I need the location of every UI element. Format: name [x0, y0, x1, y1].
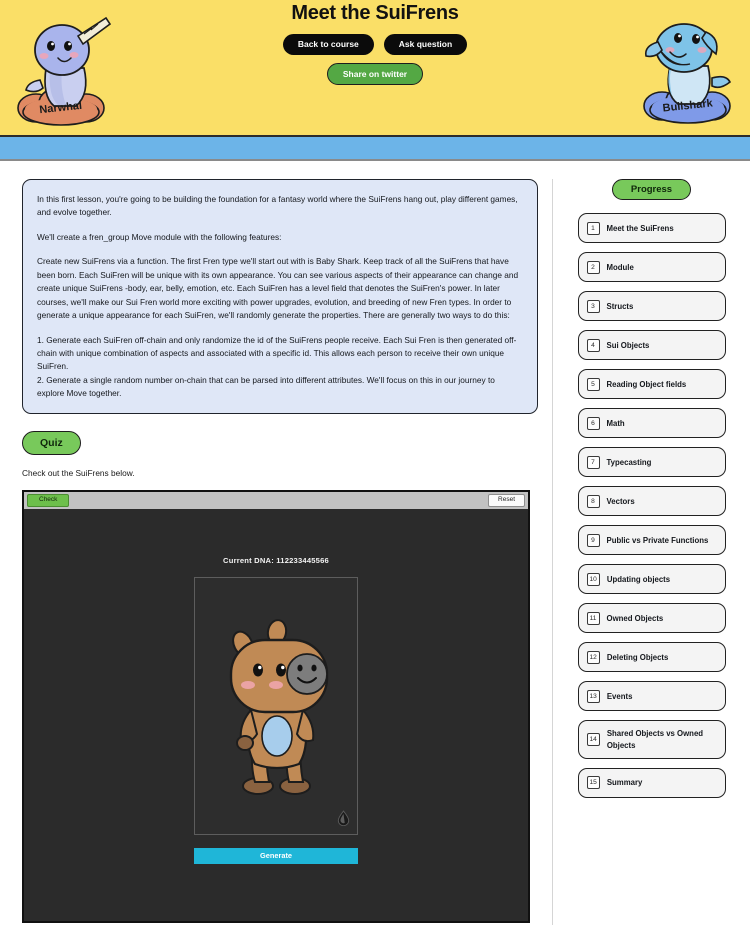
mascot-bullshark: Bullshark: [626, 8, 744, 133]
page-body: In this first lesson, you're going to be…: [0, 161, 750, 925]
lesson-list-item[interactable]: 6 Math: [577, 408, 726, 439]
lesson-item-label: Summary: [606, 778, 643, 788]
back-to-course-button[interactable]: Back to course: [282, 34, 374, 55]
lesson-item-label: Deleting Objects: [606, 652, 669, 662]
lesson-list-item[interactable]: 3 Structs: [577, 291, 726, 322]
lesson-list-item[interactable]: 10 Updating objects: [577, 564, 726, 595]
lesson-number-badge: 14: [586, 733, 600, 747]
sui-water-drop-icon: [337, 810, 350, 826]
quiz-badge[interactable]: Quiz: [22, 430, 81, 455]
lesson-number-badge: 3: [586, 299, 600, 313]
progress-badge[interactable]: Progress: [611, 179, 692, 201]
lesson-number-badge: 10: [586, 572, 600, 586]
lesson-list: 1 Meet the SuiFrens 2 Module 3 Structs 4 Sui Ob…: [577, 213, 726, 798]
intro-paragraph-3: Create new SuiFrens via a function. The …: [37, 256, 519, 321]
header-button-row: Back to course Ask question: [282, 34, 468, 55]
lesson-number-badge: 2: [586, 260, 600, 274]
lesson-item-label: Sui Objects: [606, 340, 650, 350]
lesson-item-label: Updating objects: [606, 574, 671, 584]
suifren-app-frame: Check Reset Current DNA: 112233445566 Ge…: [22, 489, 530, 923]
lesson-list-item[interactable]: 9 Public vs Private Functions: [577, 525, 726, 556]
lesson-list-item[interactable]: 2 Module: [577, 252, 726, 283]
lesson-list-item[interactable]: 12 Deleting Objects: [577, 642, 726, 673]
lesson-list-item[interactable]: 1 Meet the SuiFrens: [577, 213, 726, 244]
page-header: Narwhal Meet the SuiFrens Back to course…: [0, 0, 750, 135]
generate-button[interactable]: Generate: [194, 847, 358, 864]
intro-paragraph-4: 1. Generate each SuiFren off-chain and o…: [37, 334, 517, 372]
share-on-twitter-button[interactable]: Share on twitter: [326, 62, 424, 85]
lesson-number-badge: 6: [586, 416, 600, 430]
lesson-number-badge: 7: [586, 455, 600, 469]
lesson-number-badge: 13: [586, 689, 600, 703]
check-button[interactable]: Check: [27, 494, 70, 507]
current-dna-text: Current DNA: 112233445566: [223, 555, 329, 565]
lesson-number-badge: 8: [586, 494, 600, 508]
capybara-fren-illustration: [229, 618, 329, 795]
reset-button[interactable]: Reset: [488, 494, 525, 507]
progress-sidebar: Progress 1 Meet the SuiFrens 2 Module 3 Struc…: [553, 179, 750, 925]
lesson-content-column: In this first lesson, you're going to be…: [0, 179, 553, 925]
page-title: Meet the SuiFrens: [291, 2, 459, 24]
lesson-item-label: Meet the SuiFrens: [606, 223, 674, 233]
decorative-blue-band: [0, 135, 750, 161]
app-toolbar: Check Reset: [24, 491, 528, 509]
lesson-item-label: Structs: [606, 301, 634, 311]
intro-paragraph-2: We'll create a fren_group Move module wi…: [37, 231, 282, 242]
lesson-item-label: Math: [606, 418, 625, 428]
lesson-list-item[interactable]: 13 Events: [577, 681, 726, 712]
suifren-preview-card: [194, 576, 358, 835]
app-stage: Current DNA: 112233445566 Generate: [24, 508, 528, 921]
lesson-item-label: Module: [606, 262, 634, 272]
lesson-item-label: Reading Object fields: [606, 379, 687, 389]
quiz-note: Check out the SuiFrens below.: [22, 467, 135, 478]
lesson-list-item[interactable]: 11 Owned Objects: [577, 603, 726, 634]
lesson-item-label: Vectors: [606, 496, 635, 506]
lesson-number-badge: 15: [586, 776, 600, 790]
lesson-number-badge: 12: [586, 650, 600, 664]
lesson-list-item[interactable]: 5 Reading Object fields: [577, 369, 726, 400]
intro-paragraph-1: In this first lesson, you're going to be…: [37, 194, 518, 218]
lesson-item-label: Owned Objects: [606, 613, 664, 623]
lesson-number-badge: 11: [586, 611, 600, 625]
lesson-number-badge: 9: [586, 533, 600, 547]
lesson-list-item[interactable]: 4 Sui Objects: [577, 330, 726, 361]
lesson-item-label: Public vs Private Functions: [606, 535, 709, 545]
lesson-item-label: Shared Objects vs Owned Objects: [606, 729, 704, 750]
lesson-number-badge: 5: [586, 377, 600, 391]
lesson-list-item[interactable]: 7 Typecasting: [577, 447, 726, 478]
lesson-list-item[interactable]: 8 Vectors: [577, 486, 726, 517]
ask-question-button[interactable]: Ask question: [383, 34, 468, 55]
lesson-intro-box: In this first lesson, you're going to be…: [22, 179, 538, 414]
lesson-list-item[interactable]: 14 Shared Objects vs Owned Objects: [577, 720, 726, 759]
intro-paragraph-5: 2. Generate a single random number on-ch…: [37, 374, 495, 399]
lesson-item-label: Typecasting: [606, 457, 652, 467]
lesson-number-badge: 4: [586, 338, 600, 352]
lesson-list-item[interactable]: 15 Summary: [577, 767, 726, 798]
lesson-item-label: Events: [606, 691, 633, 701]
lesson-number-badge: 1: [586, 221, 600, 235]
